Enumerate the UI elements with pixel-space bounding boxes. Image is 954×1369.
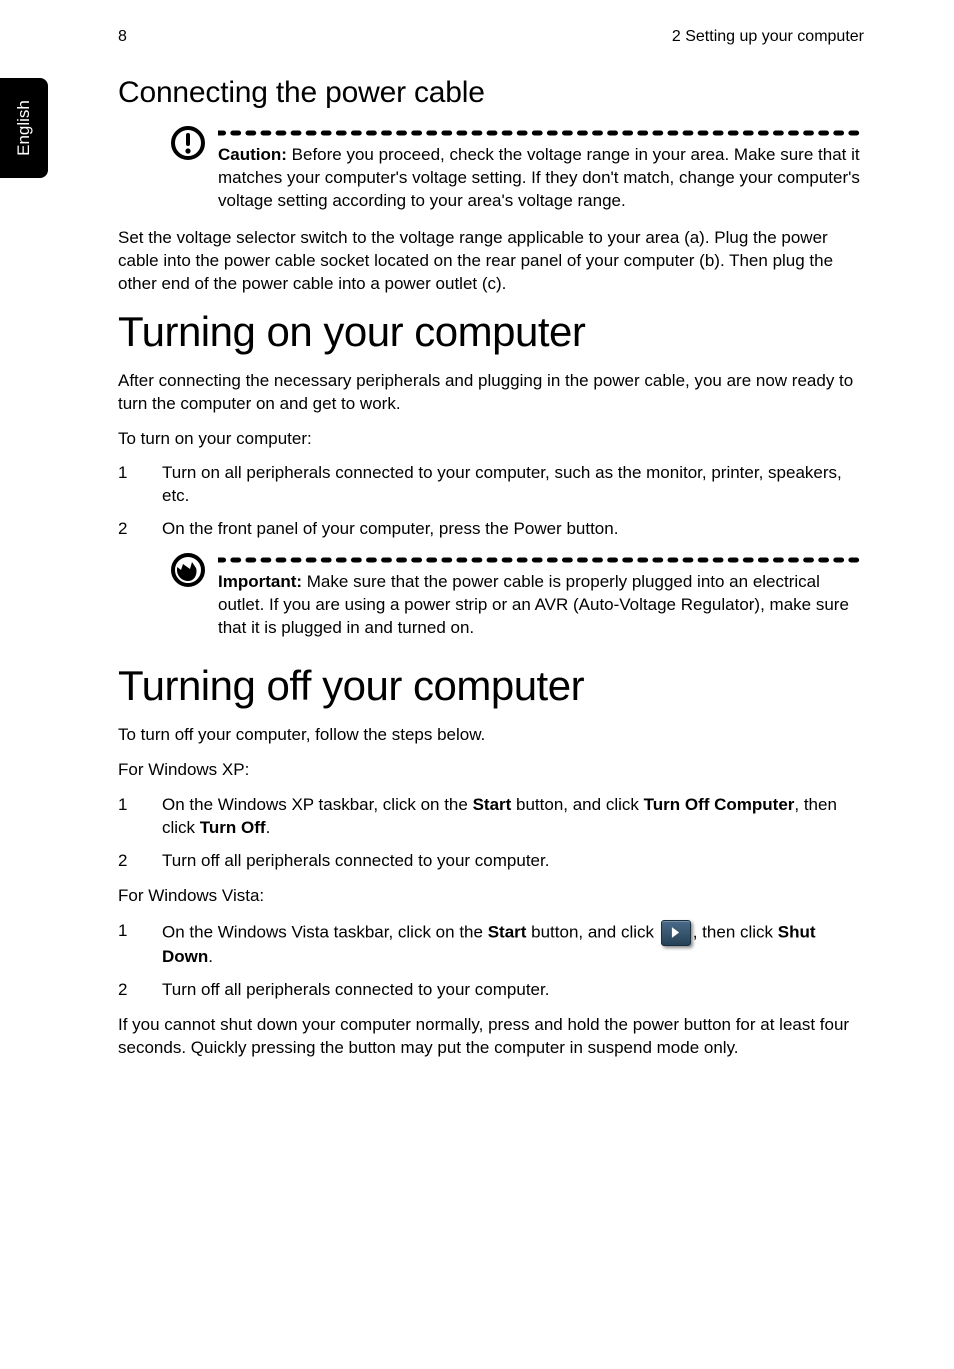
caution-label: Caution: [218,145,287,164]
chapter-title: 2 Setting up your computer [672,28,864,46]
xp-steps: On the Windows XP taskbar, click on the … [118,794,864,873]
caution-callout: Caution: Before you proceed, check the v… [168,124,864,213]
heading-turning-on: Turning on your computer [118,308,864,356]
connect-body: Set the voltage selector switch to the v… [118,227,864,296]
language-tab: English [0,78,48,178]
turning-on-sub: To turn on your computer: [118,428,864,451]
important-label: Important: [218,572,302,591]
vista-power-button-icon [661,920,691,946]
dotted-separator [218,124,864,142]
text-frag: . [266,818,271,837]
xp-label: For Windows XP: [118,759,864,782]
caution-body: Before you proceed, check the voltage ra… [218,145,860,210]
text-frag: Turn Off Computer [644,795,795,814]
page-header: 8 2 Setting up your computer [118,28,864,46]
important-text: Important: Make sure that the power cabl… [218,569,864,640]
turning-off-outro: If you cannot shut down your computer no… [118,1014,864,1060]
turning-on-intro: After connecting the necessary periphera… [118,370,864,416]
important-icon [168,551,208,596]
important-callout: Important: Make sure that the power cabl… [168,551,864,640]
text-frag: button, and click [511,795,643,814]
heading-connecting-power: Connecting the power cable [118,76,864,110]
turning-off-intro: To turn off your computer, follow the st… [118,724,864,747]
text-frag: On the Windows XP taskbar, click on the [162,795,473,814]
list-item: Turn on all peripherals connected to you… [118,462,864,508]
text-frag: . [208,947,213,966]
text-frag: , then click [693,922,778,941]
caution-text: Caution: Before you proceed, check the v… [218,142,864,213]
turning-on-steps: Turn on all peripherals connected to you… [118,462,864,541]
list-item: On the front panel of your computer, pre… [118,518,864,541]
text-frag: Start [488,922,527,941]
vista-steps: On the Windows Vista taskbar, click on t… [118,920,864,1002]
dotted-separator [218,551,864,569]
list-item: Turn off all peripherals connected to yo… [118,850,864,873]
list-item: On the Windows XP taskbar, click on the … [118,794,864,840]
language-label: English [14,100,34,156]
vista-label: For Windows Vista: [118,885,864,908]
page-number: 8 [118,28,127,46]
list-item: Turn off all peripherals connected to yo… [118,979,864,1002]
heading-turning-off: Turning off your computer [118,662,864,710]
page-content: 8 2 Setting up your computer Connecting … [0,0,954,1111]
text-frag: button, and click [526,922,658,941]
important-body: Make sure that the power cable is proper… [218,572,849,637]
text-frag: Start [473,795,512,814]
text-frag: Turn Off [200,818,266,837]
list-item: On the Windows Vista taskbar, click on t… [118,920,864,969]
text-frag: On the Windows Vista taskbar, click on t… [162,922,488,941]
caution-icon [168,124,208,169]
